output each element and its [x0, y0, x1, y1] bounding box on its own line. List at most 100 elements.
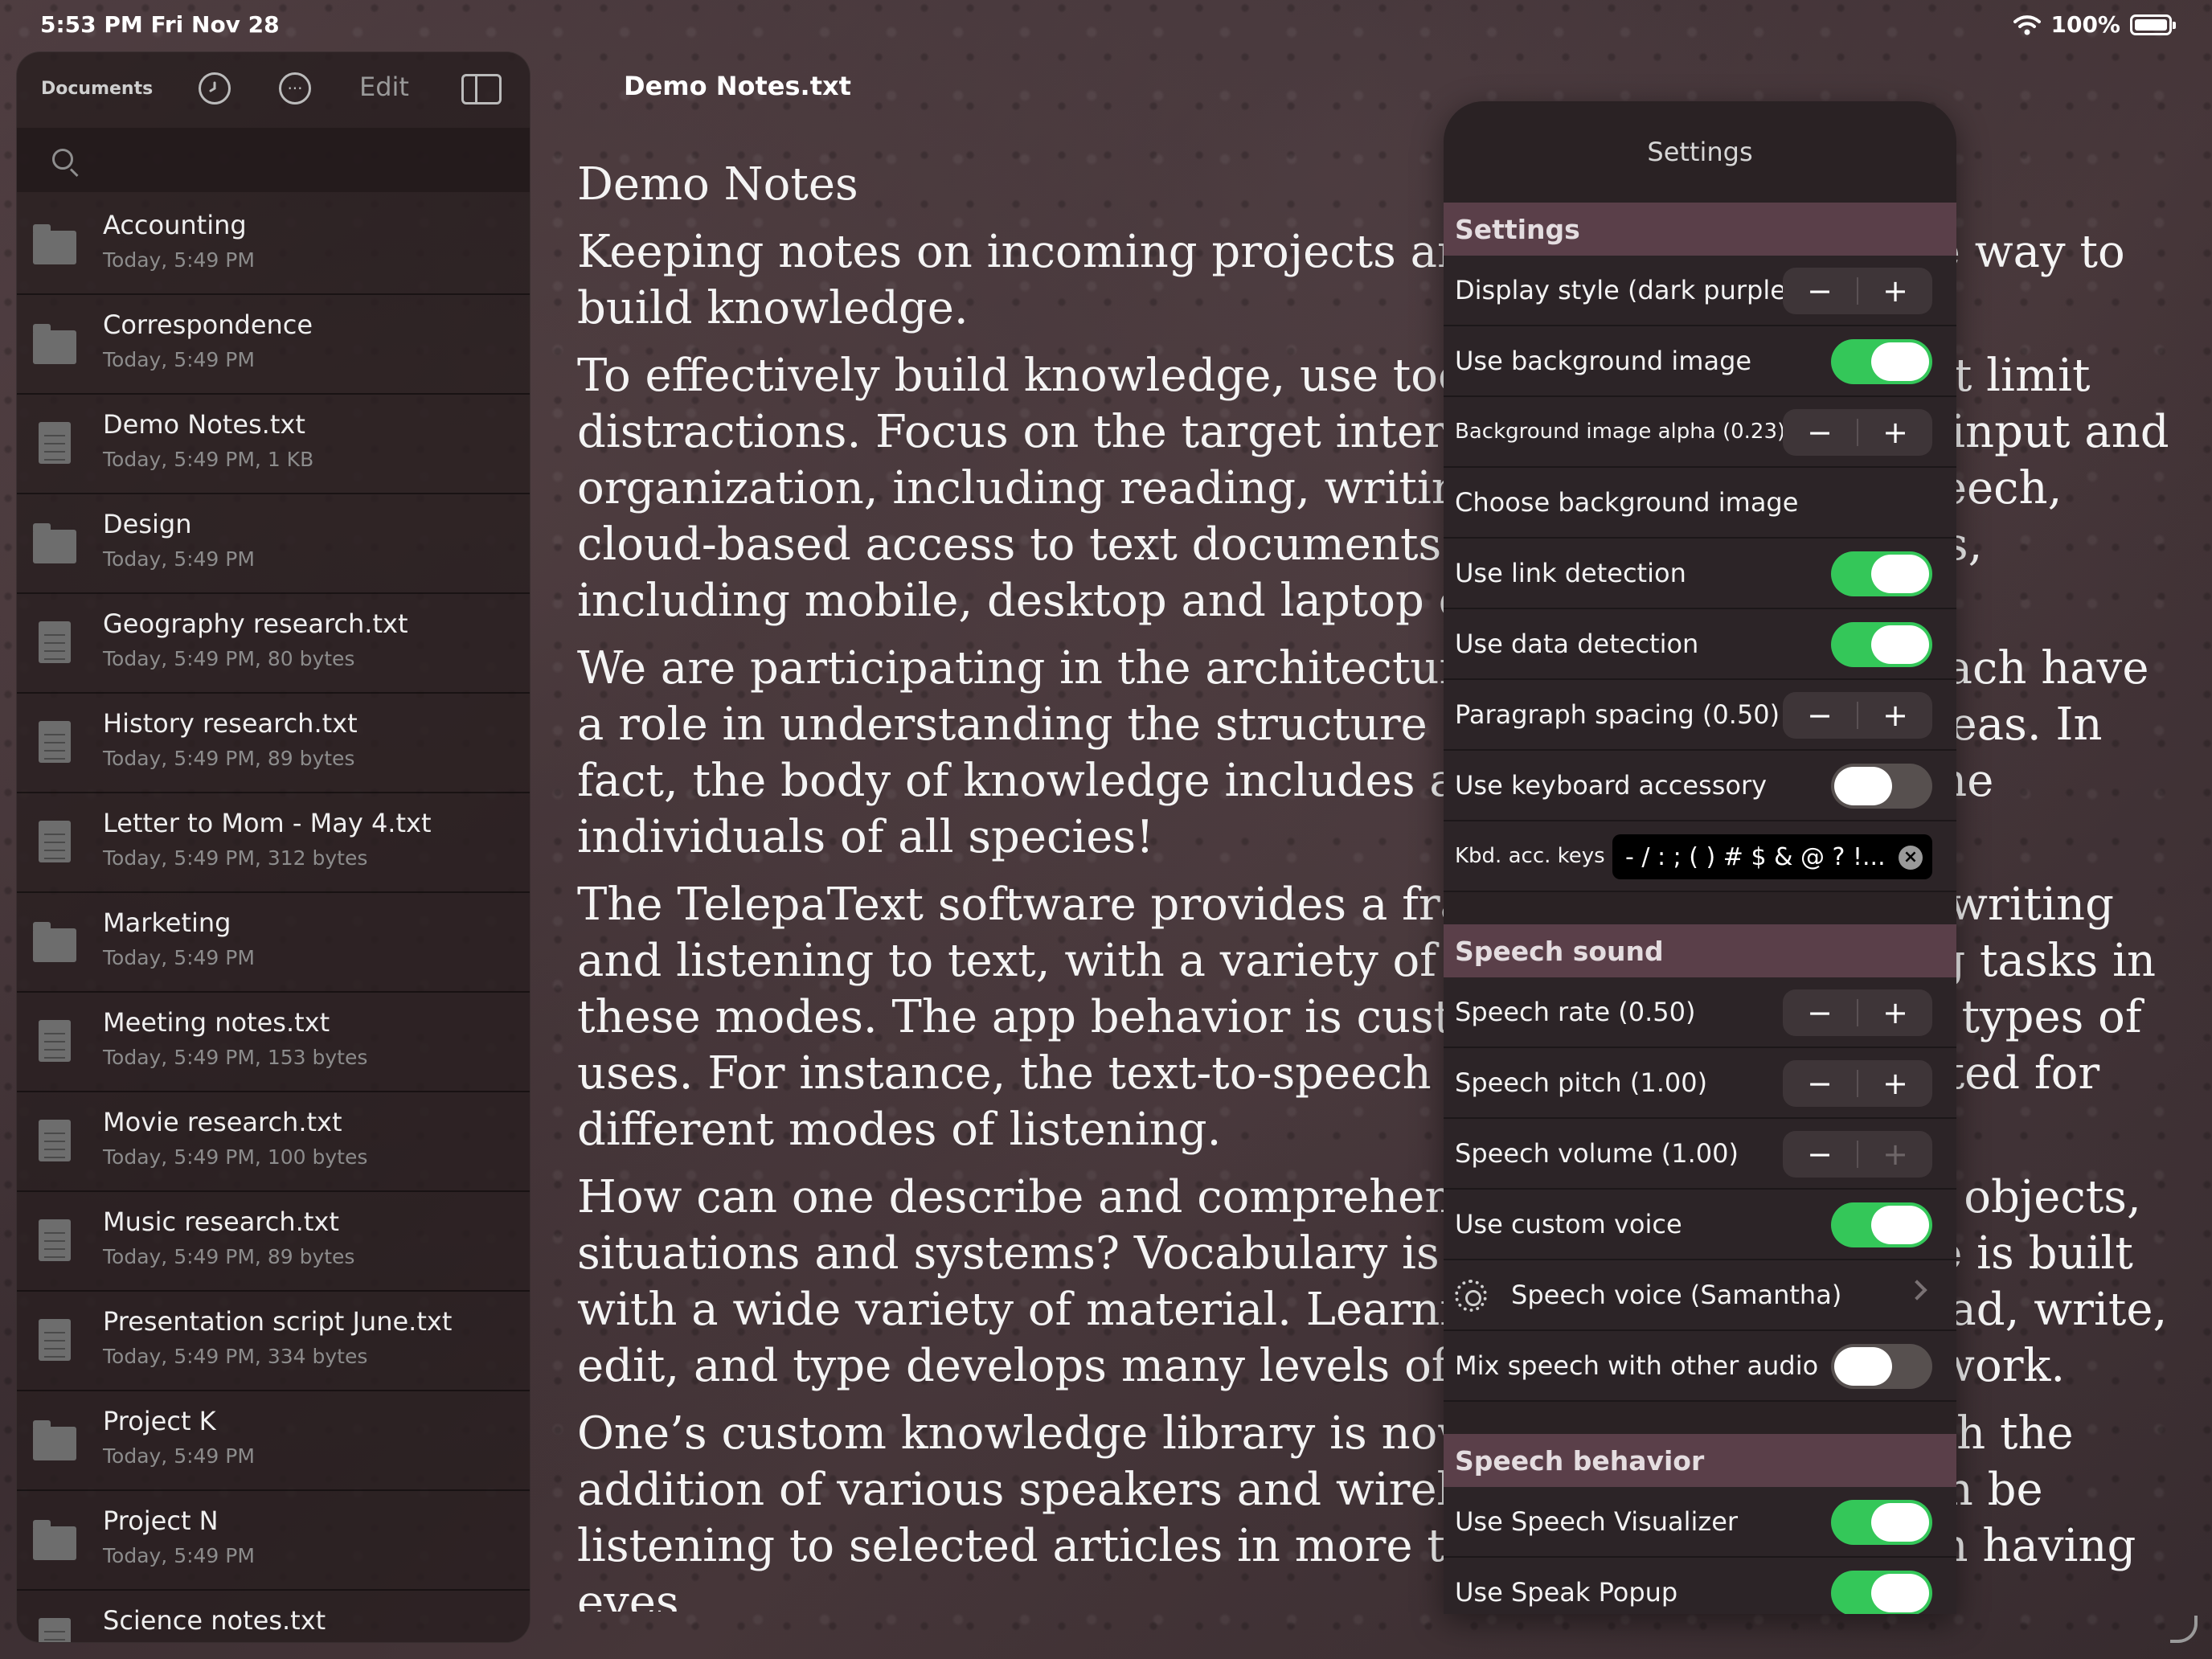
file-row[interactable]: Movie research.txt Today, 5:49 PM, 100 by…: [17, 1092, 530, 1192]
increment-button[interactable]: +: [1858, 1131, 1932, 1178]
file-row[interactable]: Correspondence Today, 5:49 PM: [17, 295, 530, 395]
clock-icon[interactable]: [199, 72, 231, 104]
file-row[interactable]: Project K Today, 5:49 PM: [17, 1391, 530, 1491]
toggle-knob: [1871, 1574, 1929, 1612]
file-row[interactable]: Science notes.txt: [17, 1591, 530, 1642]
toggle-switch[interactable]: [1831, 339, 1932, 384]
toggle-switch[interactable]: [1831, 1344, 1932, 1389]
decrement-button[interactable]: −: [1783, 989, 1857, 1036]
file-row[interactable]: Design Today, 5:49 PM: [17, 494, 530, 594]
setting-row: Use keyboard accessory: [1444, 751, 1956, 821]
search-field[interactable]: [17, 128, 530, 192]
status-bar: 5:53 PM Fri Nov 28 100%: [0, 0, 2212, 51]
setting-row: Paragraph spacing (0.50) − +: [1444, 680, 1956, 751]
file-name: History research.txt: [103, 708, 358, 739]
file-name: Movie research.txt: [103, 1107, 342, 1137]
search-icon: [52, 149, 73, 170]
setting-row: Use data detection: [1444, 609, 1956, 680]
decrement-button[interactable]: −: [1783, 1060, 1857, 1107]
file-name: Geography research.txt: [103, 608, 408, 639]
file-name: Meeting notes.txt: [103, 1007, 330, 1038]
file-row[interactable]: Project N Today, 5:49 PM: [17, 1491, 530, 1591]
file-row[interactable]: Marketing Today, 5:49 PM: [17, 893, 530, 993]
increment-button[interactable]: +: [1858, 1060, 1932, 1107]
file-row[interactable]: History research.txt Today, 5:49 PM, 89 b…: [17, 694, 530, 793]
folder-icon: [33, 523, 76, 563]
file-name: Project K: [103, 1406, 216, 1436]
file-list: Accounting Today, 5:49 PM Correspondence To…: [17, 195, 530, 1642]
setting-label: Use Speech Visualizer: [1455, 1506, 1739, 1537]
file-meta: Today, 5:49 PM: [103, 248, 255, 272]
decrement-button[interactable]: −: [1783, 268, 1857, 314]
setting-label: Use Speak Popup: [1455, 1577, 1678, 1608]
file-meta: Today, 5:49 PM: [103, 1444, 255, 1468]
setting-label: Use link detection: [1455, 558, 1686, 588]
decrement-button[interactable]: −: [1783, 1131, 1857, 1178]
file-row[interactable]: Geography research.txt Today, 5:49 PM, 80…: [17, 594, 530, 694]
file-name: Accounting: [103, 210, 247, 240]
section-gap: [1444, 892, 1956, 924]
setting-row: Use link detection: [1444, 539, 1956, 609]
file-row[interactable]: Demo Notes.txt Today, 5:49 PM, 1 KB: [17, 395, 530, 494]
toggle-knob: [1871, 625, 1929, 664]
toggle-knob: [1834, 1347, 1892, 1386]
setting-label: Use background image: [1455, 346, 1752, 376]
toggle-knob: [1871, 1206, 1929, 1244]
file-row[interactable]: Accounting Today, 5:49 PM: [17, 195, 530, 295]
setting-label: Use custom voice: [1455, 1209, 1682, 1239]
increment-button[interactable]: +: [1858, 692, 1932, 739]
increment-button[interactable]: +: [1858, 268, 1932, 314]
document-icon: [33, 1020, 76, 1062]
file-row[interactable]: Letter to Mom - May 4.txt Today, 5:49 PM,…: [17, 793, 530, 893]
decrement-button[interactable]: −: [1783, 692, 1857, 739]
stepper: − +: [1783, 989, 1932, 1036]
toggle-switch[interactable]: [1831, 1500, 1932, 1545]
toggle-switch[interactable]: [1831, 622, 1932, 667]
setting-row[interactable]: Choose background image: [1444, 468, 1956, 539]
status-indicators: 100%: [2013, 11, 2176, 38]
file-meta: Today, 5:49 PM: [103, 348, 255, 371]
file-meta: Today, 5:49 PM, 100 bytes: [103, 1145, 368, 1169]
setting-row: Mix speech with other audio: [1444, 1331, 1956, 1402]
clear-icon[interactable]: ×: [1899, 846, 1923, 870]
setting-label: Use keyboard accessory: [1455, 770, 1768, 801]
settings-list: Settings Display style (dark purple) − + Use…: [1444, 203, 1956, 1614]
file-row[interactable]: Presentation script June.txt Today, 5:49 …: [17, 1292, 530, 1391]
increment-button[interactable]: +: [1858, 409, 1932, 456]
sidebar-toggle-icon[interactable]: [461, 74, 502, 104]
document-icon: [33, 1319, 76, 1361]
setting-row: Speech rate (0.50) − +: [1444, 977, 1956, 1048]
file-meta: Today, 5:49 PM, 334 bytes: [103, 1345, 368, 1368]
documents-label[interactable]: Documents: [41, 79, 154, 99]
folder-icon: [33, 224, 76, 264]
decrement-button[interactable]: −: [1783, 409, 1857, 456]
toggle-knob: [1871, 342, 1929, 381]
folder-icon: [33, 1420, 76, 1460]
setting-label: Speech voice (Samantha): [1511, 1280, 1842, 1310]
toggle-switch[interactable]: [1831, 764, 1932, 809]
keyboard-keys-input[interactable]: - / : ; ( ) # $ & @ ? !... ×: [1612, 834, 1932, 879]
toggle-switch[interactable]: [1831, 551, 1932, 596]
more-options-icon[interactable]: ···: [279, 72, 311, 104]
setting-label: Speech rate (0.50): [1455, 997, 1696, 1027]
setting-row: Use background image: [1444, 326, 1956, 397]
file-meta: Today, 5:49 PM, 153 bytes: [103, 1046, 368, 1069]
file-row[interactable]: Meeting notes.txt Today, 5:49 PM, 153 byt…: [17, 993, 530, 1092]
settings-title: Settings: [1647, 137, 1753, 167]
stepper: − +: [1783, 1060, 1932, 1107]
folder-icon: [33, 324, 76, 364]
increment-button[interactable]: +: [1858, 989, 1932, 1036]
toggle-switch[interactable]: [1831, 1202, 1932, 1247]
edit-button[interactable]: Edit: [359, 72, 409, 102]
toggle-switch[interactable]: [1831, 1571, 1932, 1614]
setting-label: Choose background image: [1455, 487, 1799, 518]
file-row[interactable]: Music research.txt Today, 5:49 PM, 89 byt…: [17, 1192, 530, 1292]
file-name: Design: [103, 509, 192, 539]
stepper: − +: [1783, 692, 1932, 739]
resize-handle-icon[interactable]: [2170, 1616, 2198, 1643]
setting-label: Paragraph spacing (0.50): [1455, 699, 1780, 730]
section-header: Speech behavior: [1444, 1434, 1956, 1487]
section-gap: [1444, 1402, 1956, 1434]
setting-row[interactable]: Speech voice (Samantha): [1444, 1260, 1956, 1331]
settings-popover: Settings Settings Display style (dark pur…: [1444, 101, 1956, 1614]
